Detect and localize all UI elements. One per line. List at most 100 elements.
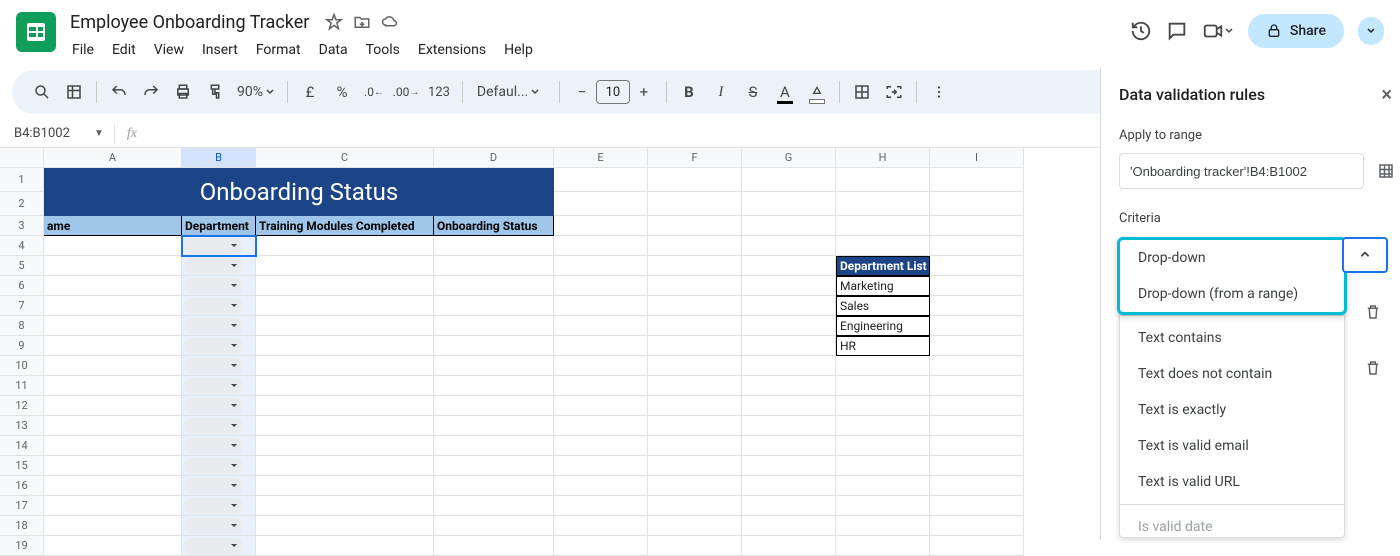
cell[interactable] (554, 296, 648, 316)
cell[interactable] (648, 316, 742, 336)
close-icon[interactable]: × (1381, 82, 1392, 106)
row-header-10[interactable]: 10 (0, 356, 44, 376)
cell[interactable] (182, 316, 256, 336)
cell[interactable] (256, 456, 434, 476)
sheets-logo[interactable] (16, 12, 56, 52)
comment-icon[interactable] (1166, 20, 1188, 42)
history-icon[interactable] (1130, 20, 1152, 42)
cell[interactable] (44, 376, 182, 396)
dropdown-chip[interactable] (185, 338, 243, 354)
row-header-15[interactable]: 15 (0, 456, 44, 476)
row-header-7[interactable]: 7 (0, 296, 44, 316)
cell[interactable] (930, 256, 1024, 276)
col-header-D[interactable]: D (434, 148, 554, 168)
cell[interactable]: ame (44, 216, 182, 236)
cell[interactable] (554, 236, 648, 256)
more-icon[interactable] (925, 78, 953, 106)
percent-icon[interactable]: % (328, 78, 356, 106)
cell[interactable] (44, 476, 182, 496)
col-header-A[interactable]: A (44, 148, 182, 168)
cell[interactable] (554, 376, 648, 396)
cell[interactable] (182, 256, 256, 276)
meet-icon[interactable] (1202, 20, 1234, 42)
cell[interactable] (182, 336, 256, 356)
cell[interactable] (742, 236, 836, 256)
cell[interactable] (742, 256, 836, 276)
font-select[interactable]: Defaul... (471, 84, 551, 100)
cell[interactable] (648, 416, 742, 436)
cell[interactable] (554, 396, 648, 416)
dropdown-chip[interactable] (185, 298, 243, 314)
cell[interactable] (742, 396, 836, 416)
cell[interactable] (554, 256, 648, 276)
dec-increase-icon[interactable]: .00→ (392, 78, 420, 106)
cell[interactable] (434, 336, 554, 356)
dropdown-chip[interactable] (185, 538, 243, 554)
cell[interactable] (930, 216, 1024, 236)
cell[interactable] (44, 356, 182, 376)
cell[interactable] (554, 216, 648, 236)
cell[interactable] (836, 168, 930, 192)
cell[interactable] (44, 436, 182, 456)
cell[interactable] (930, 396, 1024, 416)
dropdown-chip[interactable] (185, 518, 243, 534)
cell[interactable] (742, 168, 836, 192)
col-header-E[interactable]: E (554, 148, 648, 168)
dropdown-chip[interactable] (185, 238, 243, 254)
cell[interactable] (554, 436, 648, 456)
cell[interactable] (742, 476, 836, 496)
cell[interactable] (554, 168, 648, 192)
merge-button[interactable] (880, 78, 908, 106)
cell[interactable] (648, 256, 742, 276)
row-header-4[interactable]: 4 (0, 236, 44, 256)
cell[interactable] (182, 376, 256, 396)
cell[interactable] (434, 276, 554, 296)
cell[interactable] (44, 276, 182, 296)
menu-insert[interactable]: Insert (194, 38, 246, 62)
cell[interactable] (930, 456, 1024, 476)
italic-button[interactable]: I (707, 78, 735, 106)
bold-button[interactable]: B (675, 78, 703, 106)
row-header-12[interactable]: 12 (0, 396, 44, 416)
dropdown-chip[interactable] (185, 418, 243, 434)
cell[interactable] (836, 536, 930, 556)
cell[interactable] (256, 536, 434, 556)
row-header-9[interactable]: 9 (0, 336, 44, 356)
criteria-option[interactable]: Text is exactly (1120, 392, 1344, 428)
name-box[interactable]: B4:B1002 (10, 124, 88, 143)
cell[interactable]: Onboarding Status (434, 216, 554, 236)
col-header-G[interactable]: G (742, 148, 836, 168)
cell[interactable] (836, 516, 930, 536)
cell[interactable] (648, 276, 742, 296)
numfmt-button[interactable]: 123 (424, 78, 454, 106)
cell[interactable] (930, 236, 1024, 256)
cell[interactable] (434, 296, 554, 316)
cell[interactable] (648, 376, 742, 396)
menu-help[interactable]: Help (496, 38, 541, 62)
cell[interactable] (554, 276, 648, 296)
cell[interactable] (930, 316, 1024, 336)
criteria-option-dropdown-range[interactable]: Drop-down (from a range) (1120, 276, 1344, 312)
row-header-5[interactable]: 5 (0, 256, 44, 276)
cell[interactable] (434, 536, 554, 556)
cell[interactable] (648, 216, 742, 236)
move-folder-icon[interactable] (353, 13, 371, 31)
row-header-17[interactable]: 17 (0, 496, 44, 516)
fontsize-plus[interactable]: + (630, 78, 658, 106)
cell[interactable] (256, 516, 434, 536)
dept-list-item[interactable]: Marketing (836, 276, 930, 296)
cell[interactable] (836, 376, 930, 396)
cell[interactable] (930, 356, 1024, 376)
strike-button[interactable]: S (739, 78, 767, 106)
cell[interactable] (256, 256, 434, 276)
cell[interactable] (648, 336, 742, 356)
undo-icon[interactable] (105, 78, 133, 106)
cell[interactable] (648, 168, 742, 192)
cell[interactable] (648, 356, 742, 376)
cell[interactable] (742, 316, 836, 336)
cell[interactable] (434, 416, 554, 436)
dept-list-header[interactable]: Department List (836, 256, 930, 276)
cell[interactable] (648, 192, 742, 216)
cell[interactable] (44, 336, 182, 356)
fx-icon[interactable]: fx (119, 126, 145, 142)
